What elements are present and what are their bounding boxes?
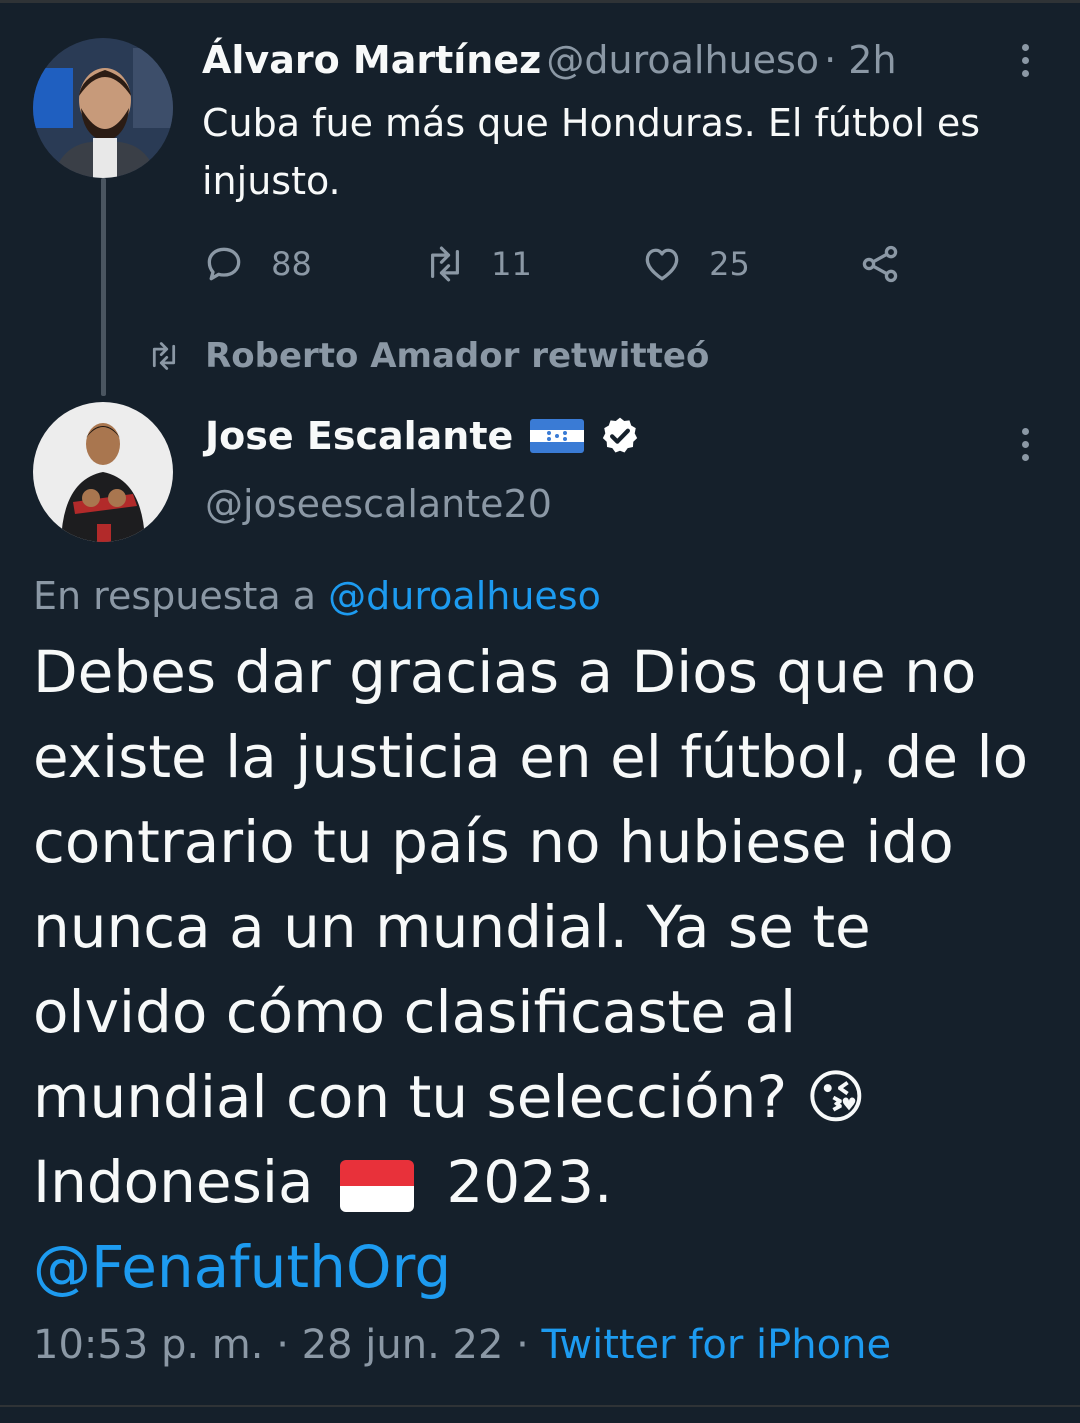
main-tweet-text: Debes dar gracias a Dios que no existe l… (33, 630, 1063, 1310)
share-button[interactable] (858, 242, 902, 286)
retweet-banner[interactable]: Roberto Amador retwitteó (146, 336, 709, 386)
year-text: 2023. (446, 1148, 613, 1216)
retweet-banner-icon (152, 342, 176, 370)
parent-actions: 88 11 25 (202, 238, 922, 288)
retweet-button[interactable]: 11 (422, 242, 532, 286)
flag-indonesia-icon (339, 1159, 414, 1212)
reply-icon (207, 247, 241, 281)
top-divider (0, 0, 1080, 3)
parent-handle[interactable]: @duroalhueso (546, 38, 819, 82)
retweet-count: 11 (491, 245, 532, 283)
main-more-icon[interactable] (1022, 428, 1030, 467)
tweet-line: existe la justicia en el fútbol, de lo (33, 723, 1029, 791)
flag-honduras-icon (530, 419, 585, 453)
like-button[interactable]: 25 (640, 242, 750, 286)
indonesia-text: Indonesia (33, 1148, 314, 1216)
reply-prefix: En respuesta a (33, 574, 317, 618)
tweet-source[interactable]: Twitter for iPhone (542, 1322, 892, 1368)
main-handle[interactable]: @joseescalante20 (205, 482, 552, 526)
reply-context: En respuesta a @duroalhueso (33, 574, 601, 618)
main-author-name[interactable]: Jose Escalante (205, 414, 513, 458)
avatar-alvaro[interactable] (33, 38, 173, 178)
tweet-line-indonesia: Indonesia 2023. (33, 1140, 1063, 1225)
tweet-meta: 10:53 p. m. · 28 jun. 22 · Twitter for i… (33, 1322, 891, 1368)
tweet-line: olvido cómo clasificaste al (33, 978, 797, 1046)
heart-icon (645, 248, 679, 281)
bottom-divider (0, 1405, 1080, 1423)
parent-time[interactable]: · 2h (824, 38, 896, 82)
retweet-icon (431, 246, 459, 282)
parent-author-name[interactable]: Álvaro Martínez (202, 38, 541, 82)
like-count: 25 (709, 245, 750, 283)
share-icon (862, 245, 898, 283)
retweet-banner-text: Roberto Amador retwitteó (205, 336, 710, 376)
parent-text-line: injusto. (202, 159, 341, 203)
tweet-line: mundial con tu selección? 😘 (33, 1063, 867, 1131)
parent-text-line: Cuba fue más que Honduras. El fútbol es (202, 101, 981, 145)
tweet-line: nunca a un mundial. Ya se te (33, 893, 871, 961)
avatar-jose[interactable] (33, 402, 173, 542)
parent-more-icon[interactable] (1022, 44, 1030, 83)
reply-count: 88 (271, 245, 312, 283)
verified-badge-icon (603, 417, 638, 453)
reply-to-mention[interactable]: @duroalhueso (328, 574, 601, 618)
reply-button[interactable]: 88 (202, 242, 312, 286)
fenafuth-mention[interactable]: @FenafuthOrg (33, 1225, 1063, 1310)
main-tweet-header: Jose Escalante (205, 414, 641, 466)
thread-connector (101, 178, 106, 396)
parent-tweet-header: Álvaro Martínez @duroalhueso · 2h (202, 38, 897, 88)
tweet-line: Debes dar gracias a Dios que no (33, 638, 977, 706)
tweet-timestamp[interactable]: 10:53 p. m. · 28 jun. 22 · (33, 1322, 529, 1368)
parent-tweet-text: Cuba fue más que Honduras. El fútbol es … (202, 94, 1062, 210)
tweet-line: contrario tu país no hubiese ido (33, 808, 954, 876)
